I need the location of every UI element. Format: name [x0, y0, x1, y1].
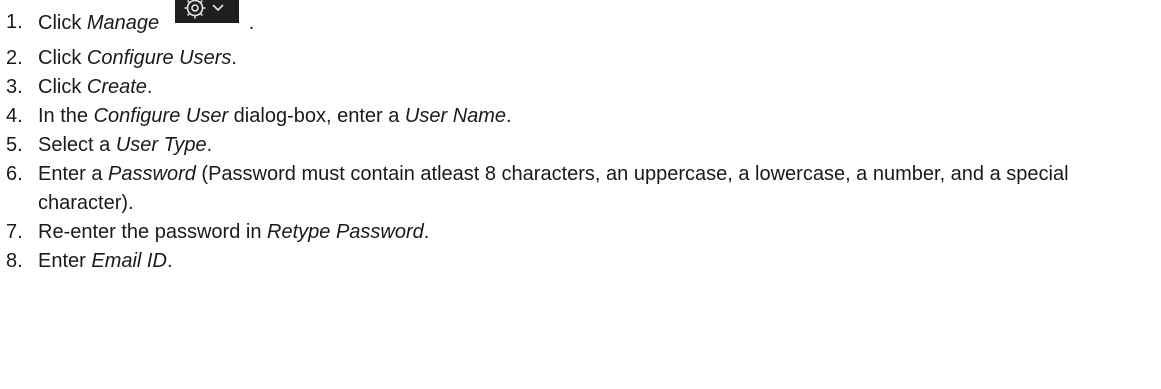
step-emphasis: User Name [404, 105, 507, 127]
step-text: Re-enter the password in [38, 221, 268, 243]
step-text: Select a [38, 134, 116, 156]
step-number: 5. [6, 134, 23, 156]
step-number: 8. [6, 250, 23, 272]
step-text: . [423, 221, 430, 243]
step-number: 4. [6, 105, 23, 127]
step-emphasis: Password [108, 163, 196, 185]
step-text: . [166, 250, 173, 272]
step-text: . [206, 134, 213, 156]
step-number: 3. [6, 76, 23, 98]
step-2: 2. Click Configure Users. [0, 44, 1161, 73]
step-emphasis: User Type [115, 134, 207, 156]
step-6: 6. Enter a Password (Password must conta… [0, 160, 1161, 218]
step-emphasis: Configure Users [86, 47, 232, 69]
step-4: 4. In the Configure User dialog-box, ent… [0, 102, 1161, 131]
step-3: 3. Click Create. [0, 73, 1161, 102]
step-number: 1. [6, 11, 23, 33]
step-text: . [146, 76, 153, 98]
step-text: dialog-box, enter a [228, 105, 405, 127]
step-text: Click [38, 12, 87, 34]
instruction-list: 1. Click Manage . 2. Click Configure Use… [0, 0, 1161, 276]
step-number: 6. [6, 163, 23, 185]
step-7: 7. Re-enter the password in Retype Passw… [0, 218, 1161, 247]
step-emphasis: Retype Password [267, 221, 424, 243]
step-text: Enter [38, 250, 92, 272]
step-text: In the [38, 105, 94, 127]
step-text: . [243, 12, 255, 34]
step-1: 1. Click Manage . [0, 0, 1161, 44]
step-emphasis: Email ID [91, 250, 167, 272]
step-emphasis: Configure User [93, 105, 229, 127]
step-5: 5. Select a User Type. [0, 131, 1161, 160]
step-text: Click [38, 47, 87, 69]
step-text: Enter a [38, 163, 109, 185]
step-emphasis: Manage [86, 12, 160, 34]
step-text: . [506, 105, 512, 127]
step-number: 7. [6, 221, 23, 243]
step-text: . [231, 47, 237, 69]
step-emphasis: Create [86, 76, 147, 98]
gear-chevron-down-icon [175, 0, 240, 23]
step-8: 8. Enter Email ID. [0, 247, 1161, 276]
step-text: Click [38, 76, 87, 98]
step-number: 2. [6, 47, 23, 69]
